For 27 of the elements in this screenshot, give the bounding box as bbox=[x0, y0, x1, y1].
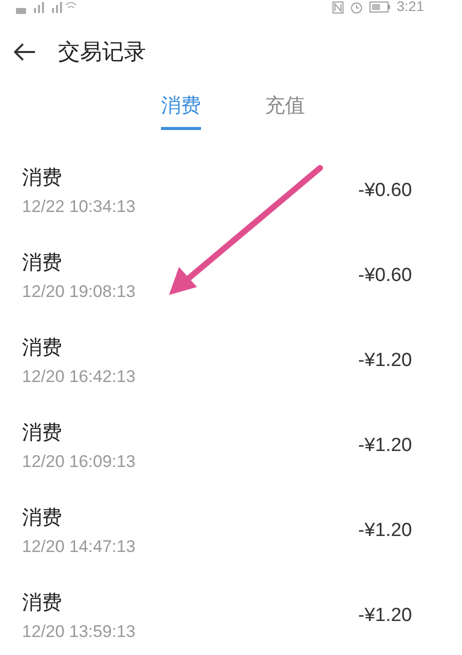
transaction-type: 消费 bbox=[22, 504, 63, 531]
transaction-type: 消费 bbox=[22, 419, 63, 446]
transaction-time: 12/20 14:47:13 bbox=[22, 537, 136, 557]
transaction-time: 12/20 16:09:13 bbox=[22, 452, 136, 472]
transaction-time: 12/20 19:08:13 bbox=[22, 282, 136, 302]
transaction-amount: -¥1.20 bbox=[358, 604, 412, 626]
transaction-time: 12/22 10:34:13 bbox=[22, 197, 136, 217]
transaction-amount: -¥1.20 bbox=[358, 520, 412, 542]
battery-icon bbox=[368, 1, 391, 13]
transaction-type: 消费 bbox=[22, 334, 63, 361]
transaction-amount: -¥1.20 bbox=[358, 350, 412, 372]
transaction-type: 消费 bbox=[22, 164, 63, 191]
alarm-icon bbox=[350, 0, 363, 14]
signal-icon bbox=[16, 0, 76, 16]
transaction-time: 12/20 16:42:13 bbox=[22, 367, 136, 387]
tab[interactable]: 充值 bbox=[265, 84, 305, 130]
transaction-time: 12/20 13:59:13 bbox=[22, 622, 136, 642]
transaction-type: 消费 bbox=[22, 249, 63, 276]
status-time: 3:21 bbox=[396, 0, 424, 14]
transaction-amount: -¥0.60 bbox=[358, 180, 412, 202]
transaction-amount: -¥1.20 bbox=[358, 434, 412, 456]
transaction-type: 消费 bbox=[22, 589, 63, 616]
nfc-icon bbox=[332, 0, 344, 14]
transaction-amount: -¥0.60 bbox=[358, 264, 412, 286]
tab[interactable]: 消费 bbox=[161, 84, 201, 130]
back-arrow-icon[interactable] bbox=[14, 43, 36, 61]
page-title: 交易记录 bbox=[58, 39, 146, 67]
